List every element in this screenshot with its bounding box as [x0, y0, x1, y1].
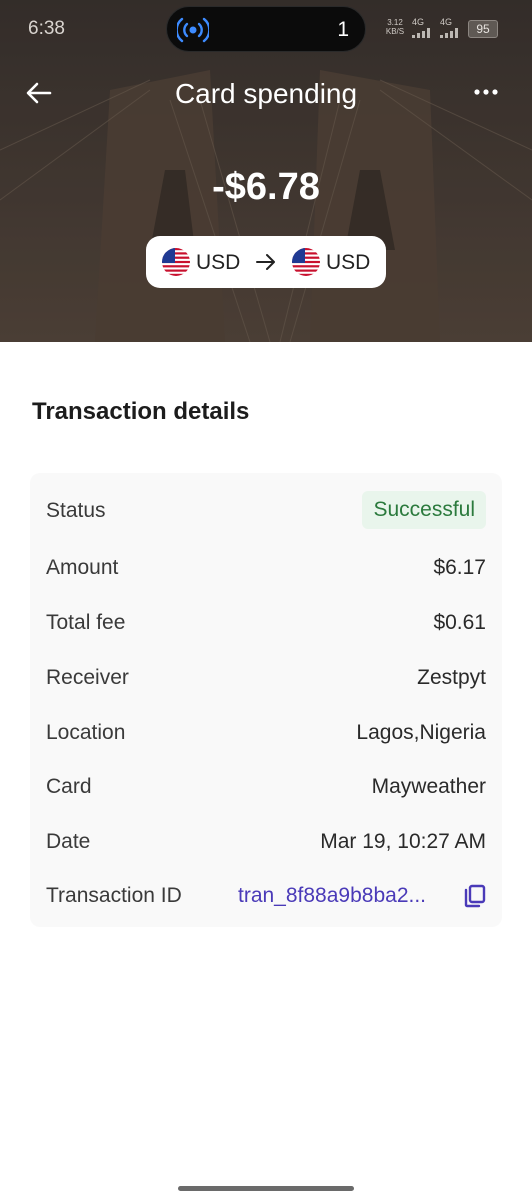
- live-count: 1: [337, 18, 349, 41]
- signal-label-2: 4G: [440, 17, 453, 27]
- more-dots-icon[interactable]: [472, 82, 500, 102]
- header-banner: 6:38 1 3.12 KB/S 4G 4G 95 Card spending: [0, 0, 532, 342]
- to-currency: USD: [326, 251, 371, 274]
- status-badge: Successful: [362, 491, 486, 529]
- detail-row-amount: Amount $6.17: [30, 548, 502, 588]
- status-bar: 6:38 1 3.12 KB/S 4G 4G 95: [0, 0, 532, 60]
- detail-value: $0.61: [433, 611, 486, 634]
- detail-row-transaction-id: Transaction ID tran_8f88a9b8ba2...: [30, 876, 502, 916]
- detail-value: Zestpyt: [417, 666, 486, 689]
- detail-row-receiver: Receiver Zestpyt: [30, 658, 502, 698]
- detail-label: Card: [46, 775, 92, 798]
- detail-value: Mar 19, 10:27 AM: [320, 830, 486, 853]
- detail-label: Transaction ID: [46, 884, 182, 907]
- detail-value: $6.17: [433, 556, 486, 579]
- copy-icon[interactable]: [462, 883, 488, 909]
- home-indicator[interactable]: [178, 1186, 354, 1191]
- signal-bars-icon: [412, 28, 430, 38]
- from-currency: USD: [196, 251, 241, 274]
- battery-indicator: 95: [468, 20, 498, 38]
- us-flag-icon: [292, 248, 320, 276]
- section-title: Transaction details: [32, 398, 250, 425]
- arrow-right-icon: [256, 254, 275, 270]
- signal-bars-icon: [440, 28, 458, 38]
- detail-row-total-fee: Total fee $0.61: [30, 603, 502, 643]
- network-speed: 3.12 KB/S: [384, 18, 406, 36]
- detail-row-location: Location Lagos,Nigeria: [30, 713, 502, 753]
- transaction-amount: -$6.78: [212, 166, 320, 208]
- detail-row-card: Card Mayweather: [30, 767, 502, 807]
- status-time: 6:38: [28, 18, 65, 39]
- detail-label: Amount: [46, 556, 119, 579]
- detail-label: Status: [46, 499, 106, 522]
- detail-row-date: Date Mar 19, 10:27 AM: [30, 822, 502, 862]
- detail-label: Location: [46, 721, 126, 744]
- detail-label: Date: [46, 830, 91, 853]
- detail-value: Mayweather: [371, 775, 486, 798]
- network-speed-value: 3.12: [387, 18, 403, 27]
- page-title: Card spending: [174, 78, 358, 109]
- currency-conversion-pill: USD USD: [146, 236, 386, 288]
- signal-label-1: 4G: [412, 17, 425, 27]
- dynamic-island[interactable]: 1: [166, 6, 366, 52]
- transaction-id-link[interactable]: tran_8f88a9b8ba2...: [238, 884, 426, 908]
- us-flag-icon: [162, 248, 190, 276]
- detail-label: Receiver: [46, 666, 129, 689]
- transaction-details-card: Status Successful Amount $6.17 Total fee…: [30, 473, 502, 927]
- detail-value: Lagos,Nigeria: [356, 721, 486, 744]
- network-speed-unit: KB/S: [385, 27, 405, 36]
- broadcast-icon: [177, 17, 209, 43]
- detail-row-status: Status Successful: [30, 491, 502, 531]
- detail-label: Total fee: [46, 611, 126, 634]
